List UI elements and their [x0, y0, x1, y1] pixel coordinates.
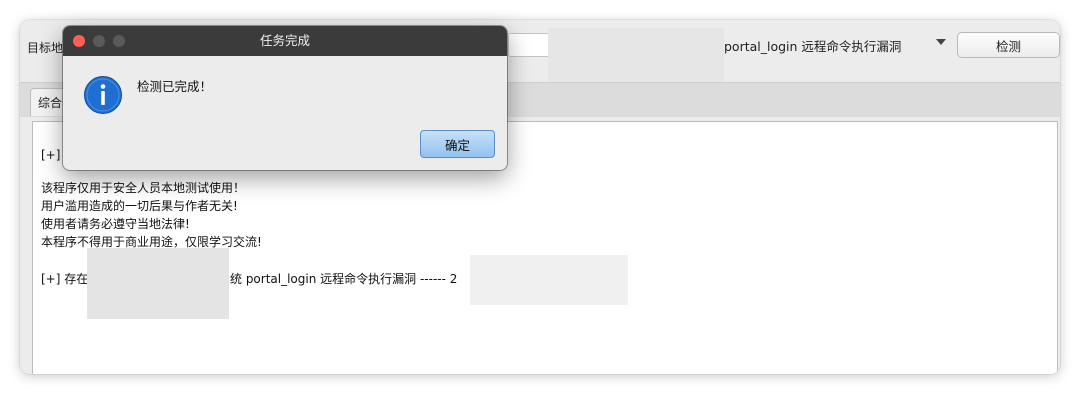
dialog-titlebar: 任务完成 — [63, 26, 507, 56]
redacted-region — [470, 255, 628, 305]
vulnerability-select-value: portal_login 远程命令执行漏洞 — [724, 38, 902, 54]
redacted-region — [87, 248, 229, 319]
maximize-window-button[interactable] — [113, 35, 125, 47]
output-line: 该程序仅用于安全人员本地测试使用！ — [41, 181, 246, 195]
output-line: [+] — [41, 148, 61, 162]
task-complete-dialog: 任务完成 检测已完成！ 确定 — [63, 26, 507, 170]
output-line: [+] 存在 — [41, 272, 89, 286]
vulnerability-select[interactable]: portal_login 远程命令执行漏洞 — [724, 32, 956, 58]
close-window-button[interactable] — [73, 35, 85, 47]
ok-button[interactable]: 确定 — [420, 130, 495, 158]
target-label: 目标地 — [27, 41, 64, 55]
chevron-down-icon — [936, 39, 946, 45]
minimize-window-button[interactable] — [93, 35, 105, 47]
output-line: 用户滥用造成的一切后果与作者无关! — [41, 199, 238, 213]
output-line: 使用者请务必遵守当地法律! — [41, 217, 190, 231]
dialog-message: 检测已完成！ — [137, 79, 213, 94]
output-line: 统 portal_login 远程命令执行漏洞 ------ 2 — [230, 272, 458, 286]
info-icon — [84, 76, 122, 114]
detect-button[interactable]: 检测 — [957, 32, 1060, 58]
dialog-title: 任务完成 — [259, 33, 310, 48]
